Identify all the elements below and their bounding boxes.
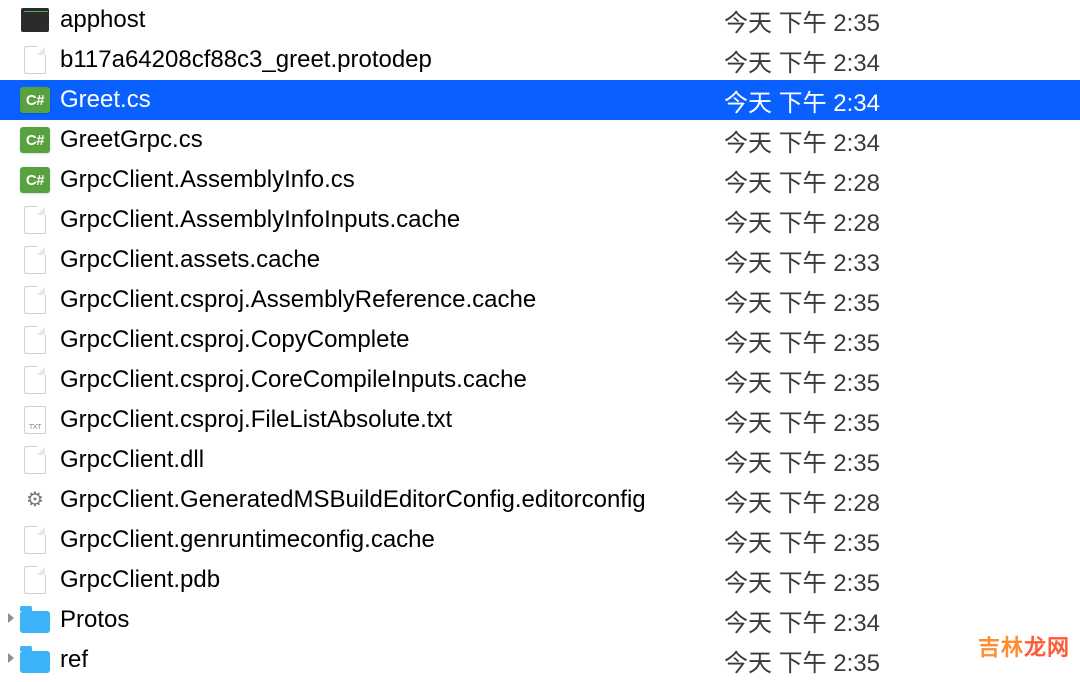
gear-icon: ⚙: [26, 490, 44, 510]
row-icon: [18, 285, 52, 315]
modified-date: 今天 下午 2:34: [724, 123, 1080, 158]
file-name: GrpcClient.AssemblyInfo.cs: [60, 166, 724, 194]
modified-date: 今天 下午 2:35: [724, 563, 1080, 598]
modified-date: 今天 下午 2:35: [724, 283, 1080, 318]
folder-row[interactable]: ref今天 下午 2:35: [0, 640, 1080, 680]
csharp-file-icon: C#: [20, 167, 50, 193]
generic-file-icon: [24, 566, 46, 594]
file-name: GrpcClient.dll: [60, 446, 724, 474]
generic-file-icon: [24, 446, 46, 474]
file-name: GrpcClient.genruntimeconfig.cache: [60, 526, 724, 554]
modified-date: 今天 下午 2:28: [724, 483, 1080, 518]
file-name: GrpcClient.assets.cache: [60, 246, 724, 274]
file-name: Greet.cs: [60, 86, 724, 114]
csharp-file-icon: C#: [20, 87, 50, 113]
file-name: ref: [60, 646, 724, 674]
disclosure-chevron[interactable]: [4, 652, 18, 668]
file-name: GrpcClient.GeneratedMSBuildEditorConfig.…: [60, 486, 724, 514]
file-name: GrpcClient.csproj.CoreCompileInputs.cach…: [60, 366, 724, 394]
file-list: apphost今天 下午 2:35b117a64208cf88c3_greet.…: [0, 0, 1080, 680]
row-icon: [18, 605, 52, 635]
row-icon: [18, 525, 52, 555]
file-name: GreetGrpc.cs: [60, 126, 724, 154]
modified-date: 今天 下午 2:28: [724, 163, 1080, 198]
row-icon: C#: [18, 165, 52, 195]
generic-file-icon: [24, 206, 46, 234]
file-row[interactable]: C# Greet.cs今天 下午 2:34: [0, 80, 1080, 120]
file-row[interactable]: GrpcClient.genruntimeconfig.cache今天 下午 2…: [0, 520, 1080, 560]
generic-file-icon: [24, 526, 46, 554]
folder-icon: [20, 611, 50, 633]
modified-date: 今天 下午 2:34: [724, 43, 1080, 78]
file-name: GrpcClient.AssemblyInfoInputs.cache: [60, 206, 724, 234]
modified-date: 今天 下午 2:33: [724, 243, 1080, 278]
generic-file-icon: [24, 326, 46, 354]
folder-icon: [20, 651, 50, 673]
file-row[interactable]: GrpcClient.csproj.CoreCompileInputs.cach…: [0, 360, 1080, 400]
file-row[interactable]: GrpcClient.pdb今天 下午 2:35: [0, 560, 1080, 600]
modified-date: 今天 下午 2:35: [724, 523, 1080, 558]
row-icon: [18, 325, 52, 355]
disclosure-chevron[interactable]: [4, 612, 18, 628]
file-row[interactable]: C# GrpcClient.AssemblyInfo.cs今天 下午 2:28: [0, 160, 1080, 200]
modified-date: 今天 下午 2:35: [724, 323, 1080, 358]
text-file-icon: [24, 406, 46, 434]
row-icon: [18, 45, 52, 75]
modified-date: 今天 下午 2:35: [724, 443, 1080, 478]
executable-icon: [21, 8, 49, 32]
file-row[interactable]: GrpcClient.assets.cache今天 下午 2:33: [0, 240, 1080, 280]
row-icon: [18, 445, 52, 475]
generic-file-icon: [24, 286, 46, 314]
watermark-part-2: 龙网: [1024, 635, 1070, 660]
file-row[interactable]: ⚙ GrpcClient.GeneratedMSBuildEditorConfig…: [0, 480, 1080, 520]
file-row[interactable]: GrpcClient.dll今天 下午 2:35: [0, 440, 1080, 480]
modified-date: 今天 下午 2:35: [724, 363, 1080, 398]
file-row[interactable]: GrpcClient.csproj.AssemblyReference.cach…: [0, 280, 1080, 320]
file-row[interactable]: GrpcClient.csproj.FileListAbsolute.txt今天…: [0, 400, 1080, 440]
modified-date: 今天 下午 2:35: [724, 403, 1080, 438]
modified-date: 今天 下午 2:34: [724, 83, 1080, 118]
file-name: GrpcClient.csproj.AssemblyReference.cach…: [60, 286, 724, 314]
generic-file-icon: [24, 246, 46, 274]
file-row[interactable]: apphost今天 下午 2:35: [0, 0, 1080, 40]
file-name: GrpcClient.csproj.FileListAbsolute.txt: [60, 406, 724, 434]
row-icon: C#: [18, 125, 52, 155]
row-icon: [18, 565, 52, 595]
row-icon: [18, 5, 52, 35]
row-icon: [18, 645, 52, 675]
row-icon: C#: [18, 85, 52, 115]
file-name: b117a64208cf88c3_greet.protodep: [60, 46, 724, 74]
folder-row[interactable]: Protos今天 下午 2:34: [0, 600, 1080, 640]
row-icon: [18, 365, 52, 395]
modified-date: 今天 下午 2:35: [724, 3, 1080, 38]
file-name: Protos: [60, 606, 724, 634]
row-icon: [18, 405, 52, 435]
csharp-file-icon: C#: [20, 127, 50, 153]
generic-file-icon: [24, 46, 46, 74]
file-name: apphost: [60, 6, 724, 34]
row-icon: [18, 205, 52, 235]
row-icon: ⚙: [18, 485, 52, 515]
file-name: GrpcClient.csproj.CopyComplete: [60, 326, 724, 354]
file-row[interactable]: GrpcClient.AssemblyInfoInputs.cache今天 下午…: [0, 200, 1080, 240]
file-row[interactable]: C# GreetGrpc.cs今天 下午 2:34: [0, 120, 1080, 160]
watermark-part-1: 吉林: [978, 635, 1024, 660]
watermark: 吉林龙网: [978, 630, 1070, 662]
row-icon: [18, 245, 52, 275]
file-row[interactable]: GrpcClient.csproj.CopyComplete今天 下午 2:35: [0, 320, 1080, 360]
modified-date: 今天 下午 2:28: [724, 203, 1080, 238]
file-name: GrpcClient.pdb: [60, 566, 724, 594]
generic-file-icon: [24, 366, 46, 394]
file-row[interactable]: b117a64208cf88c3_greet.protodep今天 下午 2:3…: [0, 40, 1080, 80]
